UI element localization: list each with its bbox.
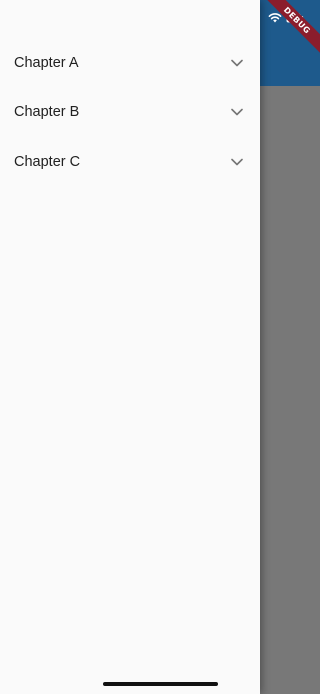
chevron-down-icon[interactable] (230, 105, 244, 119)
debug-banner-label: DEBUG (260, 0, 320, 57)
chapter-list: Chapter A Chapter B Chapter C (0, 38, 260, 187)
navigation-drawer: Chapter A Chapter B Chapter C (0, 0, 260, 694)
home-indicator[interactable] (103, 682, 218, 686)
chapter-label: Chapter C (14, 153, 81, 170)
chapter-label: Chapter B (14, 104, 80, 121)
chapter-label: Chapter A (14, 54, 79, 71)
drawer-item-chapter-b[interactable]: Chapter B (0, 88, 260, 138)
drawer-item-chapter-c[interactable]: Chapter C (0, 137, 260, 187)
chevron-down-icon[interactable] (230, 155, 244, 169)
chevron-down-icon[interactable] (230, 56, 244, 70)
drawer-item-chapter-a[interactable]: Chapter A (0, 38, 260, 88)
debug-banner: DEBUG (260, 0, 320, 60)
